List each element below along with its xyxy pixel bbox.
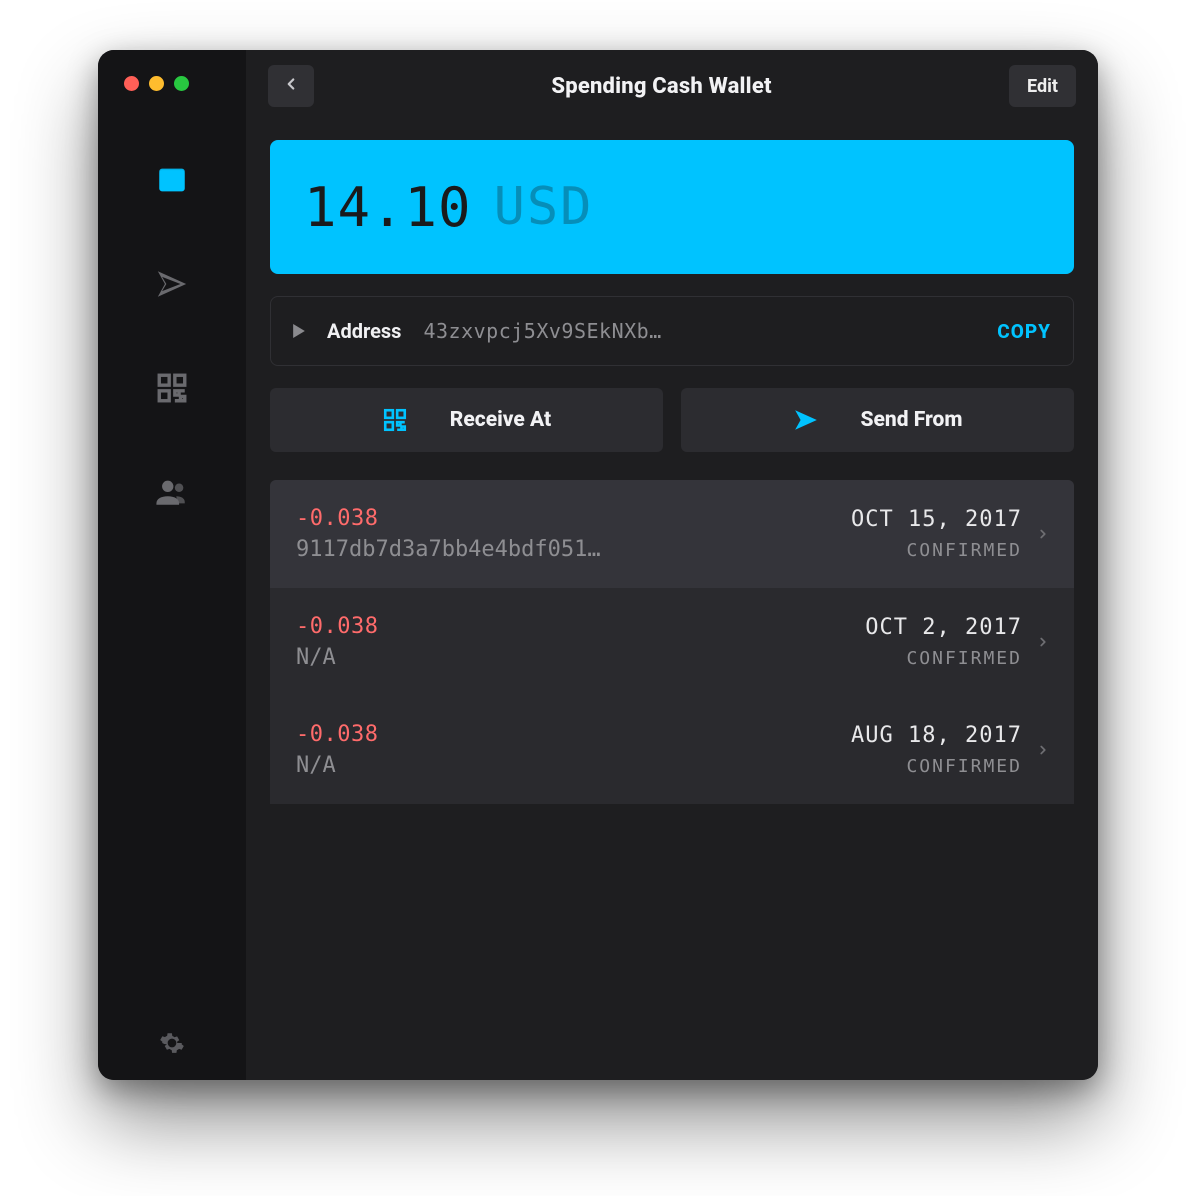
header: Spending Cash Wallet Edit: [246, 50, 1098, 122]
page-title: Spending Cash Wallet: [328, 74, 995, 99]
wallet-icon: [155, 163, 189, 201]
sidebar: [98, 50, 246, 1080]
transaction-detail: N/A: [296, 753, 851, 778]
transaction-status: CONFIRMED: [851, 756, 1022, 777]
receive-button[interactable]: Receive At: [270, 388, 663, 452]
transaction-amount: -0.038: [296, 614, 865, 639]
contacts-icon: [155, 475, 189, 513]
address-value: 43zxvpcj5Xv9SEkNXb…: [423, 319, 975, 343]
transaction-status: CONFIRMED: [865, 648, 1022, 669]
address-row[interactable]: Address 43zxvpcj5Xv9SEkNXb… COPY: [270, 296, 1074, 366]
receive-button-label: Receive At: [450, 408, 551, 432]
sidebar-item-wallets[interactable]: [152, 162, 192, 202]
sidebar-item-contacts[interactable]: [152, 474, 192, 514]
balance-amount: 14.10: [304, 176, 472, 239]
chevron-left-icon: [282, 75, 300, 98]
copy-address-button[interactable]: COPY: [997, 320, 1051, 343]
transaction-amount: -0.038: [296, 506, 851, 531]
minimize-window-button[interactable]: [149, 76, 164, 91]
transaction-row[interactable]: -0.038 N/A OCT 2, 2017 CONFIRMED: [270, 588, 1074, 696]
app-window: Spending Cash Wallet Edit 14.10 USD Addr…: [98, 50, 1098, 1080]
balance-card: 14.10 USD: [270, 140, 1074, 274]
address-label: Address: [327, 319, 401, 343]
main-panel: Spending Cash Wallet Edit 14.10 USD Addr…: [246, 50, 1098, 1080]
send-button-label: Send From: [861, 408, 963, 432]
send-button[interactable]: Send From: [681, 388, 1074, 452]
sidebar-item-settings[interactable]: [152, 1040, 192, 1080]
transaction-row[interactable]: -0.038 9117db7d3a7bb4e4bdf051… OCT 15, 2…: [270, 480, 1074, 588]
chevron-right-icon: [1036, 631, 1050, 653]
zoom-window-button[interactable]: [174, 76, 189, 91]
transaction-amount: -0.038: [296, 722, 851, 747]
paper-plane-icon: [793, 407, 819, 433]
back-button[interactable]: [268, 65, 314, 107]
disclosure-triangle-icon: [293, 324, 305, 338]
close-window-button[interactable]: [124, 76, 139, 91]
transaction-detail: N/A: [296, 645, 865, 670]
sidebar-item-send[interactable]: [152, 266, 192, 306]
transaction-list: -0.038 9117db7d3a7bb4e4bdf051… OCT 15, 2…: [270, 480, 1074, 804]
window-controls: [124, 76, 189, 91]
chevron-right-icon: [1036, 739, 1050, 761]
transaction-date: OCT 2, 2017: [865, 615, 1022, 640]
gear-icon: [159, 1030, 185, 1060]
transaction-row[interactable]: -0.038 N/A AUG 18, 2017 CONFIRMED: [270, 696, 1074, 804]
transaction-date: AUG 18, 2017: [851, 723, 1022, 748]
paper-plane-icon: [155, 267, 189, 305]
sidebar-item-receive[interactable]: [152, 370, 192, 410]
transaction-status: CONFIRMED: [851, 540, 1022, 561]
qr-icon: [382, 407, 408, 433]
action-buttons: Receive At Send From: [270, 388, 1074, 452]
qr-icon: [155, 371, 189, 409]
transaction-date: OCT 15, 2017: [851, 507, 1022, 532]
chevron-right-icon: [1036, 523, 1050, 545]
transaction-detail: 9117db7d3a7bb4e4bdf051…: [296, 537, 851, 562]
edit-button[interactable]: Edit: [1009, 65, 1076, 107]
balance-currency: USD: [494, 177, 594, 237]
